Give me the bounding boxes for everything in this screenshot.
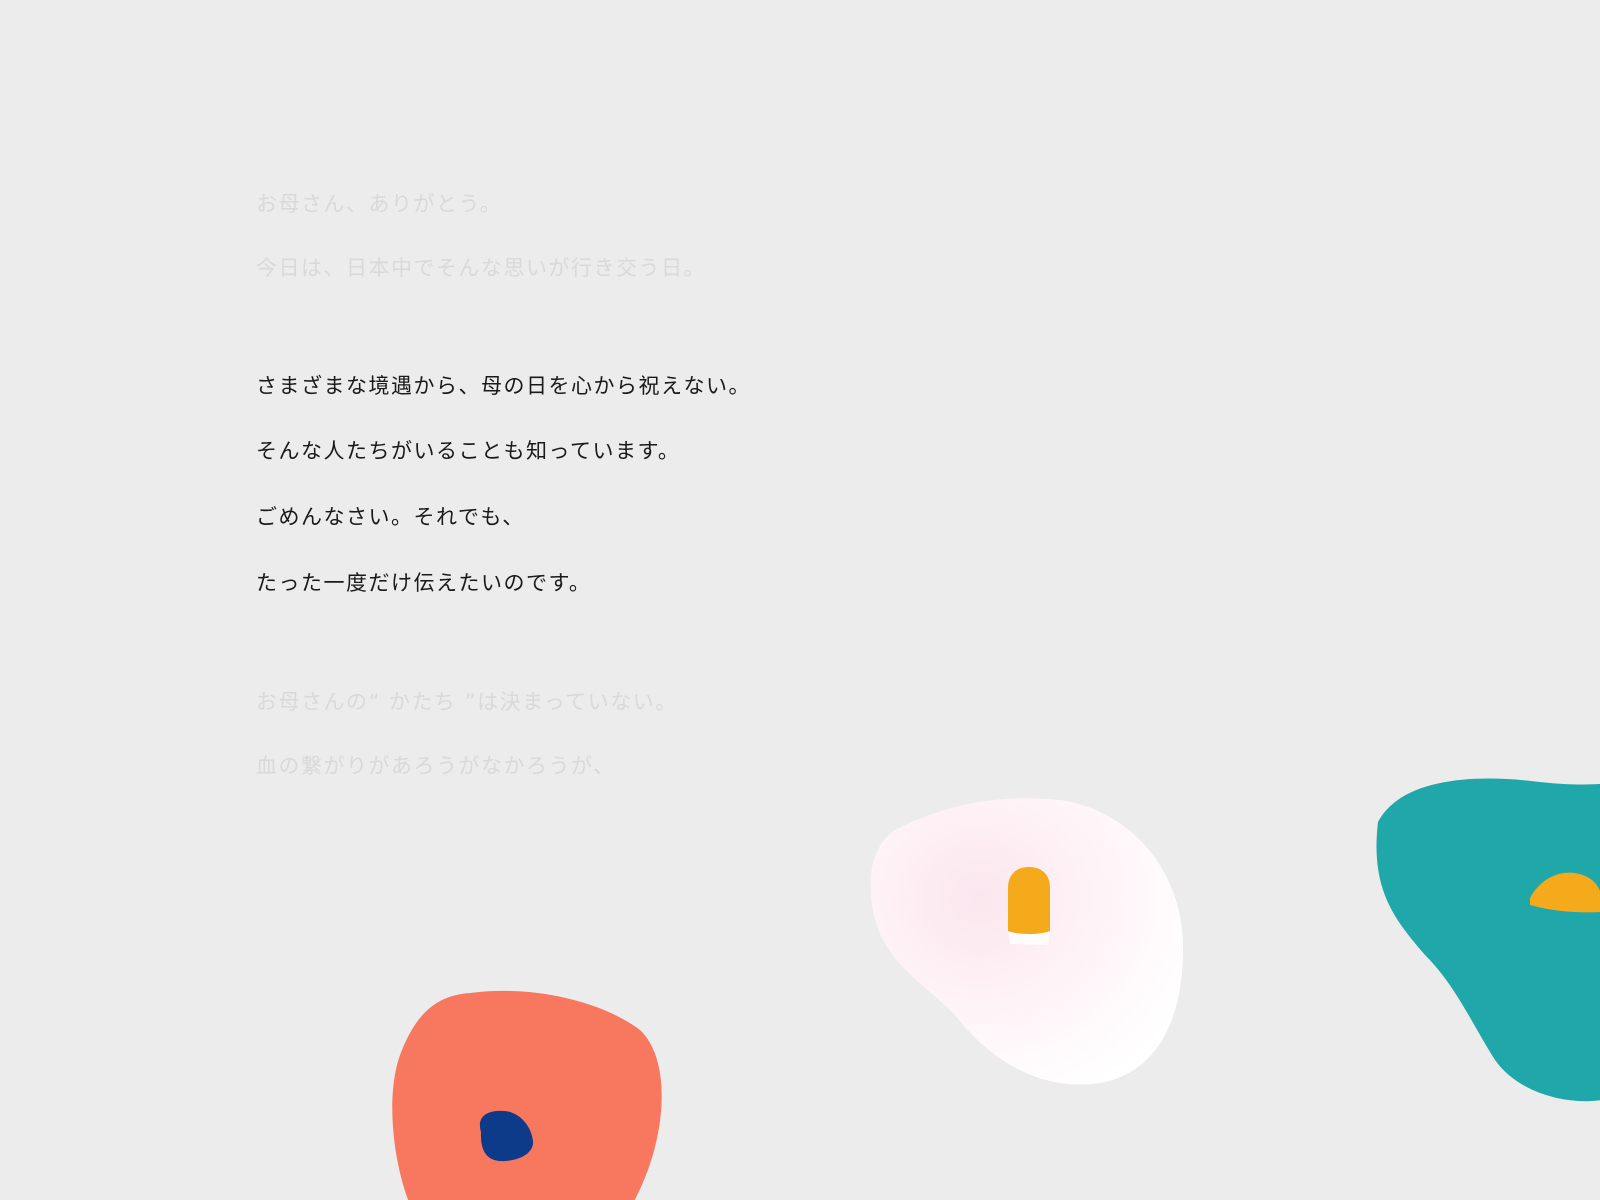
message-line-7: お母さんの“ かたち ”は決まっていない。	[256, 690, 678, 714]
message-line-5: ごめんなさい。それでも、	[256, 505, 525, 529]
message-line-1: お母さん、ありがとう。	[256, 192, 503, 216]
message-line-4: そんな人たちがいることも知っています。	[256, 439, 681, 463]
message-line-6: たった一度だけ伝えたいのです。	[256, 571, 592, 595]
message-line-8: 血の繋がりがあろうがなかろうが、	[256, 754, 616, 778]
message-line-3: さまざまな境遇から、母の日を心から祝えない。	[256, 374, 751, 398]
white-flower-icon	[870, 798, 1184, 1085]
message-line-2: 今日は、日本中でそんな思いが行き交う日。	[256, 256, 706, 280]
coral-flower-icon	[392, 990, 662, 1200]
teal-flower-icon	[1376, 778, 1600, 1102]
message-block: お母さん、ありがとう。 今日は、日本中でそんな思いが行き交う日。 さまざまな境遇…	[256, 0, 956, 800]
